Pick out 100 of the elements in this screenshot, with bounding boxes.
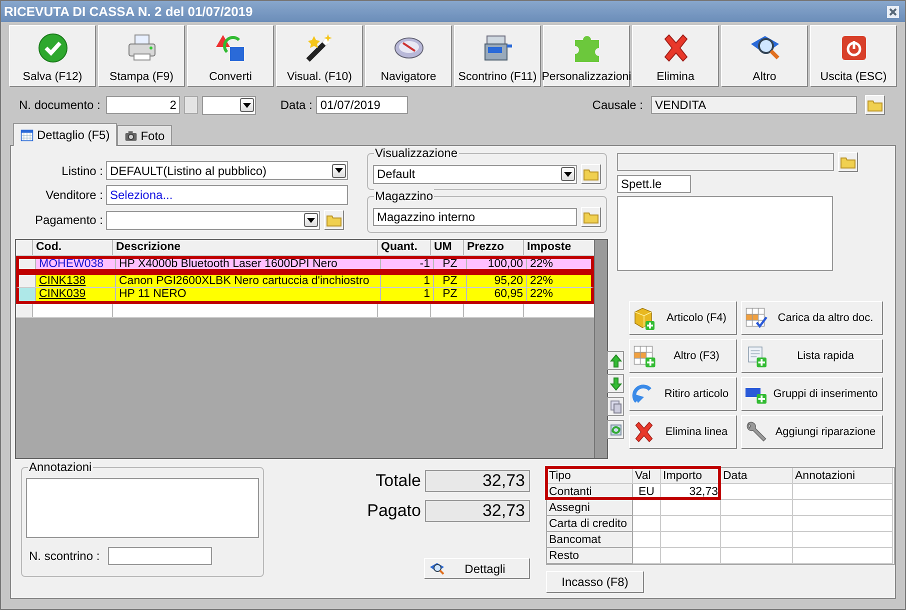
causale-field[interactable]: VENDITA: [651, 96, 857, 114]
code-link[interactable]: CINK039: [36, 288, 116, 301]
magazzino-field[interactable]: Magazzino interno: [373, 208, 578, 226]
document-number-label: N. documento :: [19, 98, 100, 112]
toolbar-button[interactable]: Uscita (ESC): [810, 25, 897, 87]
salutation-field[interactable]: Spett.le: [617, 175, 691, 193]
table-row[interactable]: MOHEW038 HP X4000b Bluetooth Laser 1600DPI Nero -1 PZ 100,00 22%: [16, 256, 594, 272]
folder-icon: [583, 167, 600, 181]
toolbar-button[interactable]: Salva (F12): [9, 25, 96, 87]
venditore-field[interactable]: Seleziona...: [106, 185, 348, 205]
total-label: Totale: [376, 471, 421, 491]
payment-type-cell[interactable]: Bancomat: [547, 532, 633, 548]
move-up-button[interactable]: [607, 351, 624, 370]
payment-type-cell[interactable]: Assegni: [547, 500, 633, 516]
close-icon[interactable]: [887, 6, 899, 18]
column-header[interactable]: Imposte: [524, 240, 588, 255]
folder-icon: [867, 98, 883, 112]
column-header[interactable]: Annotazioni: [793, 468, 893, 484]
action-button[interactable]: Ritiro articolo: [629, 377, 737, 411]
dropdown-button[interactable]: [561, 167, 576, 181]
caret-icon: [564, 172, 572, 176]
receipt-number-field[interactable]: [108, 547, 212, 565]
listino-dropdown[interactable]: DEFAULT(Listino al pubblico): [106, 161, 348, 180]
column-header[interactable]: Cod.: [33, 240, 113, 255]
action-button[interactable]: Articolo (F4): [629, 301, 737, 335]
table-cell: [721, 548, 793, 564]
group-legend: Annotazioni: [28, 460, 93, 474]
notes-field[interactable]: [26, 478, 259, 538]
total-value-field: 32,73: [425, 470, 530, 492]
tab[interactable]: Foto: [116, 125, 172, 145]
wrench-icon: [744, 420, 768, 444]
venditore-label: Venditore :: [44, 188, 104, 202]
folder-icon: [326, 213, 342, 227]
column-header[interactable]: Quant.: [378, 240, 431, 255]
camera-icon: [124, 128, 138, 142]
folder-button[interactable]: [324, 210, 344, 230]
folder-button[interactable]: [838, 152, 858, 172]
document-number-field[interactable]: 2: [106, 96, 180, 114]
payment-type-cell[interactable]: Carta di credito: [547, 516, 633, 532]
column-header[interactable]: Data: [721, 468, 793, 484]
column-header[interactable]: Tipo: [547, 468, 633, 484]
move-down-button[interactable]: [607, 374, 624, 393]
action-button[interactable]: Aggiungi riparazione: [741, 415, 883, 449]
action-button[interactable]: Carica da altro doc.: [741, 301, 883, 335]
dropdown-button[interactable]: [332, 164, 346, 178]
toolbar-button[interactable]: Converti: [187, 25, 274, 87]
action-button[interactable]: Altro (F3): [629, 339, 737, 373]
folder-button[interactable]: [581, 207, 601, 227]
tab[interactable]: Dettaglio (F5): [13, 123, 117, 146]
customer-field[interactable]: [617, 153, 834, 171]
table-cell-text: 22%: [529, 259, 554, 269]
series-dropdown[interactable]: [202, 96, 256, 114]
code-link[interactable]: CINK138: [36, 275, 116, 287]
copy-button[interactable]: [607, 397, 624, 416]
refresh-icon: [610, 422, 622, 436]
column-header[interactable]: Descrizione: [113, 240, 378, 255]
table-cell: [661, 500, 721, 516]
scroll-bar[interactable]: [594, 240, 607, 458]
code-link[interactable]: MOHEW038: [36, 259, 116, 269]
cube-icon: [632, 306, 656, 330]
toolbar-button[interactable]: Stampa (F9): [98, 25, 185, 87]
visualizzazione-dropdown[interactable]: Default: [373, 164, 578, 184]
folder-icon: [583, 210, 600, 224]
column-header[interactable]: Val: [633, 468, 661, 484]
total-value-field: 32,73: [425, 500, 530, 522]
table-cell: [721, 484, 793, 500]
refresh-button[interactable]: [607, 420, 624, 439]
incasso-button[interactable]: Incasso (F8): [546, 571, 644, 593]
action-button[interactable]: Elimina linea: [629, 415, 737, 449]
address-field[interactable]: [617, 196, 833, 271]
column-header[interactable]: UM: [431, 240, 464, 255]
toolbar-button[interactable]: Navigatore: [365, 25, 452, 87]
pagamento-label: Pagamento :: [34, 213, 104, 227]
column-header[interactable]: Prezzo: [464, 240, 524, 255]
listino-label: Listino :: [60, 164, 104, 178]
folder-button[interactable]: [581, 164, 601, 184]
table-cell: HP 11 NERO: [116, 288, 381, 301]
toolbar-button[interactable]: Scontrino (F11): [454, 25, 541, 87]
causale-label: Causale :: [592, 98, 643, 112]
payment-type-cell[interactable]: Resto: [547, 548, 633, 564]
caret-icon: [307, 218, 315, 222]
folder-button[interactable]: [865, 95, 885, 115]
toolbar-button[interactable]: Visual. (F10): [276, 25, 363, 87]
table-row[interactable]: CINK138 Canon PGI2600XLBK Nero cartuccia d'inchiostro 1 PZ 95,20 22%: [16, 272, 594, 288]
toolbar-button[interactable]: Elimina: [632, 25, 719, 87]
table-cell: 32,73: [661, 484, 721, 500]
table-row[interactable]: CINK039 HP 11 NERO 1 PZ 60,95 22%: [16, 288, 594, 304]
date-field[interactable]: 01/07/2019: [316, 96, 408, 114]
table-cell-text: 22%: [529, 288, 554, 301]
toolbar-button[interactable]: Personalizzazioni: [543, 25, 630, 87]
small-field[interactable]: [184, 96, 198, 114]
details-button[interactable]: Dettagli: [424, 558, 530, 579]
table-cell: 100,00: [467, 259, 527, 269]
toolbar-button[interactable]: Altro: [721, 25, 808, 87]
action-button[interactable]: Lista rapida: [741, 339, 883, 373]
arrow-up-icon: [610, 354, 622, 368]
calendar-icon: [20, 128, 34, 142]
action-button[interactable]: Gruppi di inserimento: [741, 377, 883, 411]
dropdown-button[interactable]: [240, 98, 254, 112]
dropdown-button[interactable]: [304, 213, 318, 227]
